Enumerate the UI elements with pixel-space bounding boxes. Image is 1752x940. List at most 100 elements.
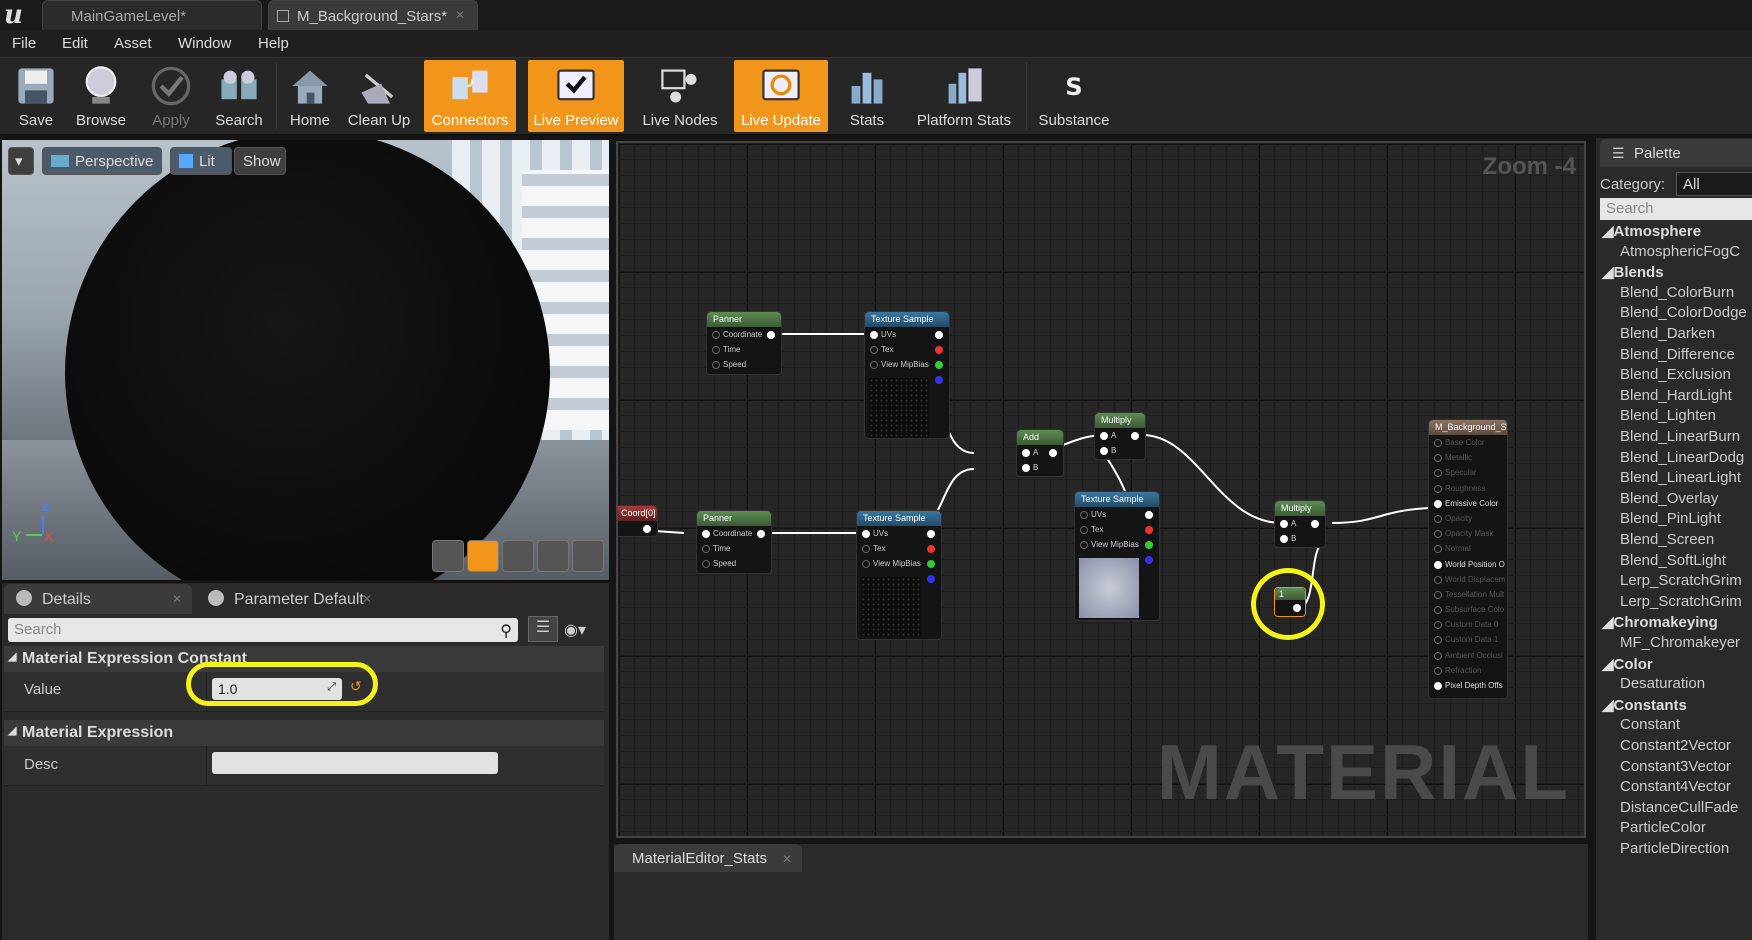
section-material-expression[interactable]: ◢ Material Expression bbox=[4, 720, 604, 746]
result-pin[interactable]: Specular bbox=[1429, 465, 1507, 480]
show-button[interactable]: Show bbox=[234, 147, 286, 175]
palette-search-input[interactable]: Search bbox=[1600, 198, 1752, 220]
texcoord-node[interactable]: Coord[0] bbox=[618, 505, 658, 537]
palette-item[interactable]: Blend_Exclusion bbox=[1620, 366, 1731, 383]
menu-file[interactable]: File bbox=[12, 35, 36, 52]
multiply-node[interactable]: Multiply A B bbox=[1274, 500, 1326, 548]
result-pin[interactable]: Tessellation Mult bbox=[1429, 587, 1507, 602]
pin-speed[interactable]: Speed bbox=[697, 556, 771, 571]
result-pin[interactable]: Base Color bbox=[1429, 435, 1507, 450]
palette-item[interactable]: AtmosphericFogC bbox=[1620, 243, 1740, 260]
close-icon[interactable]: ✕ bbox=[362, 592, 372, 606]
result-pin[interactable]: Emissive Color bbox=[1429, 496, 1507, 511]
sphere-preview-icon[interactable] bbox=[467, 540, 499, 572]
output-pin-r[interactable] bbox=[1145, 526, 1153, 534]
palette-item[interactable]: Constant bbox=[1620, 716, 1680, 733]
close-icon[interactable]: ✕ bbox=[455, 8, 465, 22]
result-pin[interactable]: Normal bbox=[1429, 541, 1507, 556]
output-pin-g[interactable] bbox=[927, 560, 935, 568]
output-pin-b[interactable] bbox=[1145, 556, 1153, 564]
cube-preview-icon[interactable] bbox=[537, 540, 569, 572]
palette-item[interactable]: Blend_Darken bbox=[1620, 325, 1715, 342]
palette-item[interactable]: Constant4Vector bbox=[1620, 778, 1731, 795]
apply-button[interactable]: Apply bbox=[140, 60, 202, 132]
save-button[interactable]: Save bbox=[8, 60, 64, 132]
clean-up-button[interactable]: Clean Up bbox=[344, 60, 414, 132]
cylinder-preview-icon[interactable] bbox=[432, 540, 464, 572]
lit-button[interactable]: Lit bbox=[170, 147, 232, 175]
viewport-menu-button[interactable]: ▾ bbox=[8, 147, 34, 175]
pin-speed[interactable]: Speed bbox=[707, 357, 781, 372]
output-pin-b[interactable] bbox=[935, 376, 943, 384]
visibility-icon[interactable]: ◉▾ bbox=[564, 620, 586, 640]
result-pin[interactable]: Opacity Mask bbox=[1429, 526, 1507, 541]
result-pin[interactable]: Custom Data 0 bbox=[1429, 617, 1507, 632]
palette-item[interactable]: Blend_LinearBurn bbox=[1620, 428, 1740, 445]
menu-asset[interactable]: Asset bbox=[114, 35, 152, 52]
tab-material-editor[interactable]: M_Background_Stars* ✕ bbox=[268, 0, 478, 30]
platform-stats-button[interactable]: Platform Stats bbox=[908, 60, 1020, 132]
palette-item[interactable]: Blend_Lighten bbox=[1620, 407, 1716, 424]
palette-item[interactable]: Desaturation bbox=[1620, 675, 1705, 692]
palette-item[interactable]: MF_Chromakeyer bbox=[1620, 634, 1740, 651]
result-pin[interactable]: Refraction bbox=[1429, 663, 1507, 678]
palette-category[interactable]: ◢Blends bbox=[1602, 263, 1664, 281]
palette-item[interactable]: Blend_LinearDodg bbox=[1620, 449, 1744, 466]
close-icon[interactable]: ✕ bbox=[172, 592, 182, 606]
output-pin-r[interactable] bbox=[935, 346, 943, 354]
multiply-node[interactable]: Multiply A B bbox=[1094, 412, 1146, 460]
search-button[interactable]: Search bbox=[208, 60, 270, 132]
pin-b[interactable]: B bbox=[1095, 443, 1145, 458]
tab-material-editor-stats[interactable]: MaterialEditor_Stats ✕ bbox=[614, 844, 802, 872]
tab-parameter-default[interactable]: Parameter Default ✕ bbox=[196, 584, 382, 614]
palette-item[interactable]: Blend_ColorDodge bbox=[1620, 304, 1747, 321]
output-pin-g[interactable] bbox=[935, 361, 943, 369]
home-button[interactable]: Home bbox=[282, 60, 338, 132]
result-pin[interactable]: Custom Data 1 bbox=[1429, 632, 1507, 647]
result-pin[interactable]: World Position O bbox=[1429, 557, 1507, 572]
result-pin[interactable]: Ambient Occlusi bbox=[1429, 648, 1507, 663]
result-pin[interactable]: World Displacem bbox=[1429, 572, 1507, 587]
texture-sample-node[interactable]: Texture Sample UVs Tex View MipBias bbox=[1074, 491, 1160, 621]
palette-item[interactable]: Blend_ColorBurn bbox=[1620, 284, 1734, 301]
result-pin[interactable]: Subsurface Colo bbox=[1429, 602, 1507, 617]
texture-sample-node[interactable]: Texture Sample UVs Tex View MipBias bbox=[864, 311, 950, 439]
live-preview-button[interactable]: Live Preview bbox=[528, 60, 624, 132]
output-pin[interactable] bbox=[767, 331, 775, 339]
palette-item[interactable]: Blend_LinearLight bbox=[1620, 469, 1741, 486]
palette-category[interactable]: ◢Color bbox=[1602, 655, 1653, 673]
palette-item[interactable]: DistanceCullFade bbox=[1620, 799, 1738, 816]
palette-item[interactable]: Blend_Screen bbox=[1620, 531, 1714, 548]
tab-palette[interactable]: ☰ Palette bbox=[1600, 139, 1752, 167]
palette-category[interactable]: ◢Chromakeying bbox=[1602, 613, 1718, 631]
palette-item[interactable]: Constant2Vector bbox=[1620, 737, 1731, 754]
tab-details[interactable]: Details ✕ bbox=[4, 584, 192, 614]
tab-main-game-level[interactable]: MainGameLevel* bbox=[42, 0, 262, 30]
output-pin[interactable] bbox=[1311, 520, 1319, 528]
result-pin[interactable]: Roughness bbox=[1429, 481, 1507, 496]
pin-b[interactable]: B bbox=[1017, 460, 1063, 475]
output-pin-r[interactable] bbox=[927, 545, 935, 553]
connectors-button[interactable]: Connectors bbox=[424, 60, 516, 132]
stats-button[interactable]: Stats bbox=[838, 60, 896, 132]
live-nodes-button[interactable]: Live Nodes bbox=[634, 60, 726, 132]
output-pin[interactable] bbox=[1131, 432, 1139, 440]
palette-item[interactable]: Constant3Vector bbox=[1620, 758, 1731, 775]
output-pin[interactable] bbox=[1145, 511, 1153, 519]
panner-node[interactable]: Panner Coordinate Time Speed bbox=[696, 510, 772, 574]
category-select[interactable]: All bbox=[1676, 172, 1752, 196]
result-pin[interactable]: Pixel Depth Offs bbox=[1429, 678, 1507, 693]
menu-window[interactable]: Window bbox=[178, 35, 231, 52]
palette-item[interactable]: Blend_PinLight bbox=[1620, 510, 1721, 527]
palette-item[interactable]: Lerp_ScratchGrim bbox=[1620, 593, 1742, 610]
palette-item[interactable]: Blend_HardLight bbox=[1620, 387, 1732, 404]
live-update-button[interactable]: Live Update bbox=[734, 60, 828, 132]
add-node[interactable]: Add A B bbox=[1016, 429, 1064, 477]
panner-node[interactable]: Panner Coordinate Time Speed bbox=[706, 311, 782, 375]
palette-item[interactable]: ParticleColor bbox=[1620, 819, 1706, 836]
desc-input[interactable] bbox=[212, 752, 498, 774]
output-pin[interactable] bbox=[1049, 449, 1057, 457]
preview-viewport[interactable] bbox=[2, 140, 609, 580]
grid-view-button[interactable]: ☰ bbox=[528, 616, 558, 642]
palette-item[interactable]: Lerp_ScratchGrim bbox=[1620, 572, 1742, 589]
